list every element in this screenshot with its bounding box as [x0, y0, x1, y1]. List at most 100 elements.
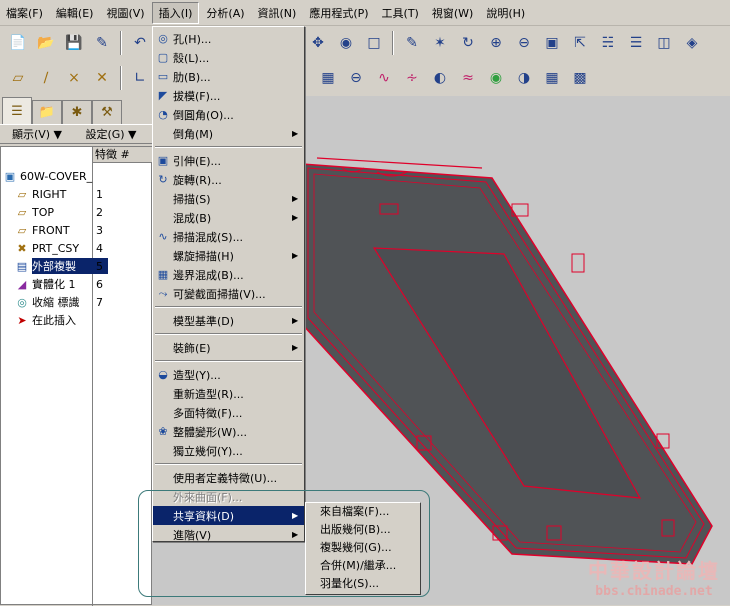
insert-menu-item[interactable]: ◤ 拔模(F)... — [153, 86, 304, 105]
saved-views-icon[interactable]: ☵ — [596, 31, 620, 55]
insert-menu-item[interactable]: 倒角(M) ▶ — [153, 124, 304, 143]
submenu-copy-geometry[interactable]: 複製幾何(G)... — [306, 539, 420, 557]
feature-number-header[interactable]: 特徵 # — [93, 147, 153, 163]
datum-plane-icon: ▱ — [17, 205, 27, 219]
color-map-icon[interactable]: ◉ — [484, 66, 508, 90]
insert-menu-item[interactable]: ▦ 邊界混成(B)... — [153, 265, 304, 284]
model-tree: 特徵 # ▣ 60W-COVER_ ▱ RIGHT 1 ▱ TOP 2 ▱ FRONT 3 ✖ PRT_… — [0, 146, 153, 606]
menu-info[interactable]: 資訊(N) — [252, 3, 303, 23]
insert-menu-item[interactable]: 裝飾(E) ▶ — [153, 338, 304, 357]
menu-applications[interactable]: 應用程式(P) — [303, 3, 374, 23]
insert-menu-item[interactable]: 螺旋掃描(H) ▶ — [153, 246, 304, 265]
mesh-analysis-icon[interactable]: ▩ — [568, 66, 592, 90]
tree-item[interactable]: ◎ 收縮 標識 7 — [1, 293, 153, 311]
tree-item[interactable]: ▤ 外部複製 5 — [1, 257, 153, 275]
slope-icon[interactable]: ∻ — [400, 66, 424, 90]
reflection-icon[interactable]: ◐ — [428, 66, 452, 90]
favorites-tab-icon[interactable]: ✱ — [62, 100, 92, 124]
datum-plane-icon[interactable]: ▱ — [6, 66, 30, 90]
insert-menu-item-label: 邊界混成(B)... — [173, 268, 244, 282]
insert-menu-item[interactable]: 混成(B) ▶ — [153, 208, 304, 227]
tree-item[interactable]: ▱ TOP 2 — [1, 203, 153, 221]
render-icon[interactable]: ◑ — [512, 66, 536, 90]
sketch-icon[interactable]: ✎ — [400, 31, 424, 55]
shell-icon: ▢ — [157, 51, 169, 64]
submenu-publish-geometry[interactable]: 出版幾何(B)... — [306, 521, 420, 539]
insert-menu-item[interactable]: 多面特徵(F)... — [153, 403, 304, 422]
tree-item[interactable]: ◢ 實體化 16 — [1, 275, 153, 293]
insert-menu-item[interactable]: ▣ 引伸(E)... — [153, 151, 304, 170]
model-tree-tab-icon[interactable]: ☰ — [2, 97, 32, 124]
submenu-shrinkwrap[interactable]: 羽量化(S)... — [306, 575, 420, 593]
shading-icon[interactable]: ◈ — [680, 31, 704, 55]
menu-insert[interactable]: 插入(I) — [151, 1, 200, 24]
insert-menu-item[interactable]: ◎ 孔(H)... — [153, 29, 304, 48]
section-icon[interactable]: ▦ — [316, 66, 340, 90]
show-dropdown[interactable]: 顯示(V) ▼ — [0, 126, 74, 142]
insert-menu-item[interactable]: ▭ 肋(B)... — [153, 67, 304, 86]
menu-edit[interactable]: 編輯(E) — [50, 3, 100, 23]
sketch-tool-icon[interactable]: ∟ — [128, 66, 152, 90]
view-manager-icon[interactable]: ◫ — [652, 31, 676, 55]
tree-item[interactable]: ✖ PRT_CSY 4 — [1, 239, 153, 257]
insert-menu-item[interactable]: 使用者定義特徵(U)... — [153, 468, 304, 487]
menu-file[interactable]: 檔案(F) — [0, 3, 49, 23]
insert-menu-item[interactable]: ↻ 旋轉(R)... — [153, 170, 304, 189]
draft-check-icon[interactable]: ∿ — [372, 66, 396, 90]
grid-analysis-icon[interactable]: ▦ — [540, 66, 564, 90]
insert-menu-item[interactable]: ⤳ 可變截面掃描(V)... — [153, 284, 304, 303]
erase-icon[interactable]: ✎ — [90, 31, 114, 55]
layers-icon[interactable]: ☰ — [624, 31, 648, 55]
tree-item-label: 60W-COVER_ — [20, 169, 93, 183]
insert-menu-item[interactable]: ◔ 倒圓角(O)... — [153, 105, 304, 124]
curvature-icon[interactable]: ⊖ — [344, 66, 368, 90]
insert-menu-item[interactable]: ▢ 殼(L)... — [153, 48, 304, 67]
submenu-from-file[interactable]: 來自檔案(F)... — [306, 503, 420, 521]
tree-item[interactable]: ➤ 在此插入 — [1, 311, 153, 329]
menu-analysis[interactable]: 分析(A) — [200, 3, 250, 23]
round-icon: ◔ — [158, 108, 168, 121]
tree-item-number: 3 — [96, 223, 103, 237]
orient-icon[interactable]: ⇱ — [568, 31, 592, 55]
new-file-icon[interactable]: 📄 — [6, 31, 30, 55]
submenu-arrow-icon: ▶ — [292, 129, 299, 138]
binoculars-icon[interactable]: ◉ — [334, 31, 358, 55]
repaint-icon[interactable]: ↻ — [456, 31, 480, 55]
folder-tab-icon[interactable]: 📁 — [32, 100, 62, 124]
zoom-in-icon[interactable]: ⊕ — [484, 31, 508, 55]
refit-icon[interactable]: ▣ — [540, 31, 564, 55]
insert-menu-item[interactable]: 進階(V) ▶ — [153, 525, 304, 544]
tree-item[interactable]: ▱ RIGHT 1 — [1, 185, 153, 203]
insert-menu-item[interactable]: ❀ 整體變形(W)... — [153, 422, 304, 441]
coord-sys-icon[interactable]: ✕ — [90, 66, 114, 90]
offset-icon[interactable]: ≈ — [456, 66, 480, 90]
insert-menu-item[interactable]: ∿ 掃描混成(S)... — [153, 227, 304, 246]
insert-menu-item[interactable]: 掃描(S) ▶ — [153, 189, 304, 208]
insert-menu-item[interactable]: ◒ 造型(Y)... — [153, 365, 304, 384]
open-file-icon[interactable]: 📂 — [34, 31, 58, 55]
insert-menu-item[interactable]: 模型基準(D) ▶ — [153, 311, 304, 330]
menu-tools[interactable]: 工具(T) — [376, 3, 425, 23]
insert-menu-item[interactable]: 獨立幾何(Y)... — [153, 441, 304, 460]
submenu-merge-inheritance[interactable]: 合併(M)/繼承... — [306, 557, 420, 575]
layer-tab-icon[interactable]: ⚒ — [92, 100, 122, 124]
save-icon[interactable]: 💾 — [62, 31, 86, 55]
tree-item[interactable]: ▣ 60W-COVER_ — [1, 167, 153, 185]
datum-axis-icon[interactable]: ∕ — [34, 66, 58, 90]
submenu-arrow-icon: ▶ — [292, 213, 299, 222]
var-sweep-icon: ⤳ — [158, 286, 168, 300]
menu-help[interactable]: 說明(H) — [480, 3, 531, 23]
zoom-out-icon[interactable]: ⊖ — [512, 31, 536, 55]
insert-menu-item[interactable]: 共享資料(D) ▶ — [153, 506, 304, 525]
submenu-arrow-icon: ▶ — [292, 316, 299, 325]
menu-view[interactable]: 視圖(V) — [100, 3, 150, 23]
tree-item[interactable]: ▱ FRONT 3 — [1, 221, 153, 239]
datum-display-icon[interactable]: ✶ — [428, 31, 452, 55]
selection-box-icon[interactable]: □ — [362, 31, 386, 55]
spin-center-icon[interactable]: ✥ — [306, 31, 330, 55]
insert-menu-item[interactable]: 重新造型(R)... — [153, 384, 304, 403]
menu-window[interactable]: 視窗(W) — [426, 3, 479, 23]
settings-dropdown[interactable]: 設定(G) ▼ — [74, 126, 148, 142]
undo-icon[interactable]: ↶ — [128, 31, 152, 55]
datum-point-icon[interactable]: × — [62, 66, 86, 90]
